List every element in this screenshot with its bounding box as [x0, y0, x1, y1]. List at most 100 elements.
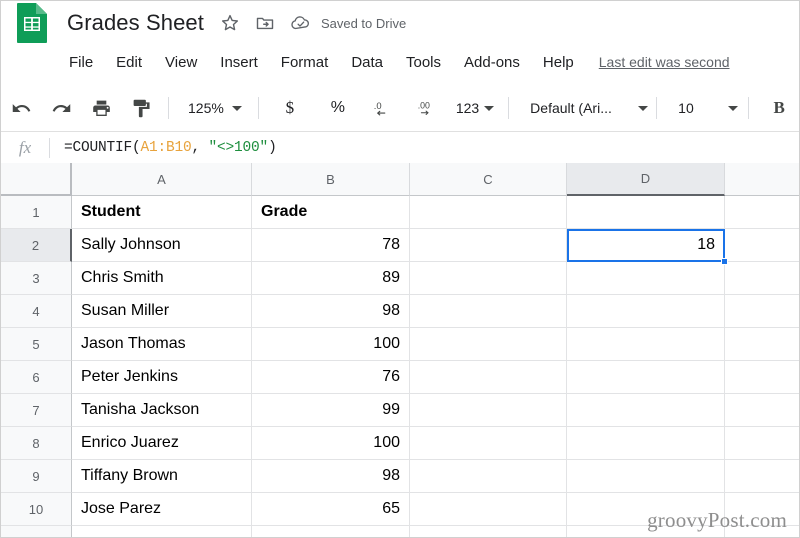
menu-item-tools[interactable]: Tools [406, 54, 441, 71]
number-format-control[interactable]: 123 [456, 100, 495, 116]
cell-d7[interactable] [567, 394, 725, 427]
cell-e2[interactable] [725, 229, 799, 262]
row-header-2[interactable]: 2 [1, 229, 72, 262]
menu-item-edit[interactable]: Edit [116, 54, 142, 71]
column-header-d[interactable]: D [567, 163, 725, 196]
cell-a7[interactable]: Tanisha Jackson [72, 394, 252, 427]
row-header-11[interactable] [1, 526, 72, 537]
cell-c11[interactable] [410, 526, 567, 537]
select-all-corner[interactable] [1, 163, 72, 196]
increase-decimal-button[interactable]: .00 [417, 97, 439, 119]
cell-e8[interactable] [725, 427, 799, 460]
row-header-7[interactable]: 7 [1, 394, 72, 427]
font-size-control[interactable]: 10 [678, 100, 739, 116]
printer-icon[interactable] [90, 97, 112, 119]
row-header-1[interactable]: 1 [1, 196, 72, 229]
cell-e5[interactable] [725, 328, 799, 361]
cell-b3[interactable]: 89 [252, 262, 410, 295]
cell-b6[interactable]: 76 [252, 361, 410, 394]
row-header-5[interactable]: 5 [1, 328, 72, 361]
cell-a8[interactable]: Enrico Juarez [72, 427, 252, 460]
menu-item-add-ons[interactable]: Add-ons [464, 54, 520, 71]
row-header-3[interactable]: 3 [1, 262, 72, 295]
cell-e4[interactable] [725, 295, 799, 328]
row-header-6[interactable]: 6 [1, 361, 72, 394]
cell-c10[interactable] [410, 493, 567, 526]
menu-item-file[interactable]: File [69, 54, 93, 71]
star-outline-icon[interactable] [220, 13, 240, 33]
percent-format-button[interactable]: % [327, 97, 349, 119]
paint-format-icon[interactable] [130, 97, 152, 119]
cell-b10[interactable]: 65 [252, 493, 410, 526]
cell-a9[interactable]: Tiffany Brown [72, 460, 252, 493]
cell-b2[interactable]: 78 [252, 229, 410, 262]
cell-e9[interactable] [725, 460, 799, 493]
menu-item-view[interactable]: View [165, 54, 197, 71]
bold-button[interactable]: B [768, 97, 790, 119]
cell-b8[interactable]: 100 [252, 427, 410, 460]
last-edit-link[interactable]: Last edit was second [599, 54, 730, 70]
column-header-a[interactable]: A [72, 163, 252, 196]
cell-b11[interactable] [252, 526, 410, 537]
undo-arrow-icon[interactable] [10, 97, 32, 119]
cell-c8[interactable] [410, 427, 567, 460]
row-header-10[interactable]: 10 [1, 493, 72, 526]
cell-c4[interactable] [410, 295, 567, 328]
fill-handle[interactable] [721, 258, 728, 265]
column-header-b[interactable]: B [252, 163, 410, 196]
font-family-control[interactable]: Default (Ari... [530, 100, 649, 116]
cell-c2[interactable] [410, 229, 567, 262]
cell-d3[interactable] [567, 262, 725, 295]
column-header-c[interactable]: C [410, 163, 567, 196]
menu-item-format[interactable]: Format [281, 54, 329, 71]
cell-d4[interactable] [567, 295, 725, 328]
cell-e7[interactable] [725, 394, 799, 427]
cell-a11[interactable] [72, 526, 252, 537]
zoom-control[interactable]: 125% [188, 100, 242, 116]
cell-c1[interactable] [410, 196, 567, 229]
redo-arrow-icon[interactable] [50, 97, 72, 119]
cell-c9[interactable] [410, 460, 567, 493]
cell-d6[interactable] [567, 361, 725, 394]
cell-a4[interactable]: Susan Miller [72, 295, 252, 328]
move-to-folder-icon[interactable] [255, 13, 275, 33]
cell-e3[interactable] [725, 262, 799, 295]
cell-e1[interactable] [725, 196, 799, 229]
formula-input[interactable]: =COUNTIF(A1:B10, "<>100") [64, 140, 277, 156]
cell-b5[interactable]: 100 [252, 328, 410, 361]
row-header-9[interactable]: 9 [1, 460, 72, 493]
cell-d1[interactable] [567, 196, 725, 229]
cell-d8[interactable] [567, 427, 725, 460]
cell-c6[interactable] [410, 361, 567, 394]
toolbar-divider-2 [257, 97, 259, 119]
cell-c5[interactable] [410, 328, 567, 361]
cell-b7[interactable]: 99 [252, 394, 410, 427]
cell-a2[interactable]: Sally Johnson [72, 229, 252, 262]
menu-item-help[interactable]: Help [543, 54, 574, 71]
cell-b9[interactable]: 98 [252, 460, 410, 493]
row-header-8[interactable]: 8 [1, 427, 72, 460]
cell-b1[interactable]: Grade [252, 196, 410, 229]
cell-a6[interactable]: Peter Jenkins [72, 361, 252, 394]
cell-d5[interactable] [567, 328, 725, 361]
cell-c3[interactable] [410, 262, 567, 295]
cell-e6[interactable] [725, 361, 799, 394]
cell-a5[interactable]: Jason Thomas [72, 328, 252, 361]
menu-item-data[interactable]: Data [351, 54, 383, 71]
cell-a3[interactable]: Chris Smith [72, 262, 252, 295]
cell-b4[interactable]: 98 [252, 295, 410, 328]
cell-c7[interactable] [410, 394, 567, 427]
currency-format-button[interactable]: $ [279, 97, 301, 119]
column-header-e[interactable] [725, 163, 799, 196]
cloud-check-icon[interactable] [290, 13, 310, 33]
sheets-document-icon[interactable] [15, 2, 49, 44]
cell-d9[interactable] [567, 460, 725, 493]
cell-a10[interactable]: Jose Parez [72, 493, 252, 526]
cell-d2[interactable]: 18 [567, 229, 725, 262]
decrease-decimal-button[interactable]: .0 [373, 97, 395, 119]
cell-a1[interactable]: Student [72, 196, 252, 229]
document-title[interactable]: Grades Sheet [67, 10, 204, 36]
row-header-4[interactable]: 4 [1, 295, 72, 328]
spreadsheet-grid[interactable]: A B C D 1 Student Grade 2 Sally Johnson … [1, 163, 799, 537]
menu-item-insert[interactable]: Insert [220, 54, 258, 71]
